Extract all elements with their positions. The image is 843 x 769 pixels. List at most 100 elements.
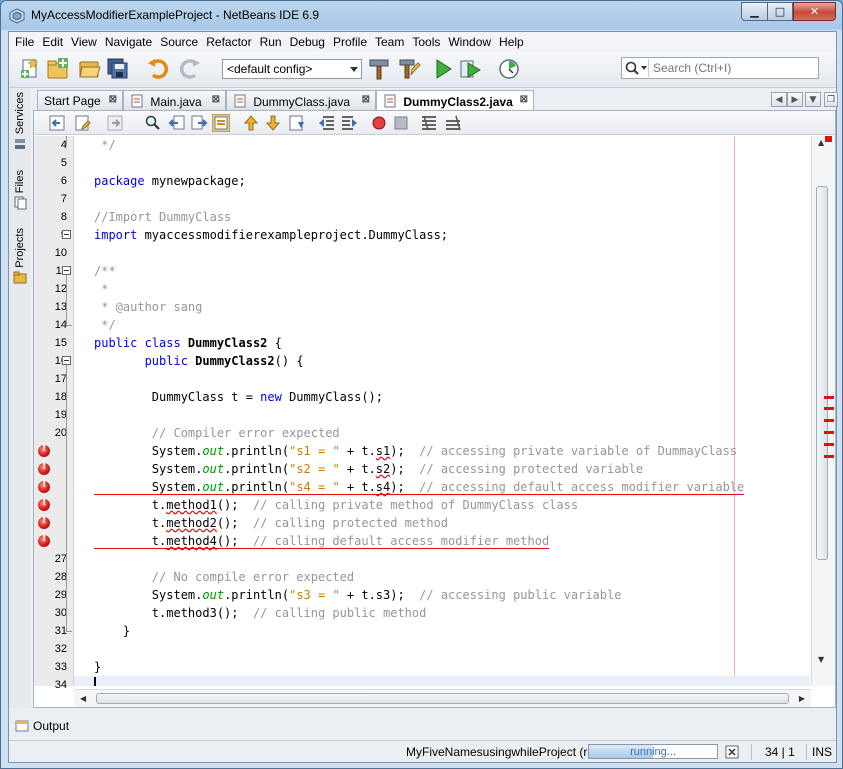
menu-profile[interactable]: Profile [329, 35, 371, 49]
debug-icon[interactable] [459, 57, 483, 81]
menu-debug[interactable]: Debug [286, 35, 329, 49]
build-icon[interactable] [367, 57, 391, 81]
code-line[interactable] [74, 640, 810, 658]
tab-main-java[interactable]: Main.java ⊠ [123, 90, 226, 110]
code-line[interactable]: System.out.println("s4 = " + t.s4); // a… [74, 478, 810, 496]
menu-run[interactable]: Run [256, 35, 286, 49]
code-text-area[interactable]: */ package mynewpackage; //Import DummyCla… [74, 136, 810, 686]
run-icon[interactable] [431, 57, 455, 81]
scroll-down-icon[interactable]: ▼ [818, 655, 824, 664]
find-previous-icon[interactable] [168, 114, 186, 132]
sidebar-tab-services[interactable]: Services [10, 92, 30, 151]
code-line[interactable]: System.out.println("s2 = " + t.s2); // a… [74, 460, 810, 478]
code-line[interactable]: public class DummyClass2 { [74, 334, 810, 352]
start-macro-recording-icon[interactable] [370, 114, 388, 132]
code-line[interactable]: t.method3(); // calling public method [74, 604, 810, 622]
search-box[interactable] [621, 57, 819, 79]
output-window-tab[interactable]: Output [9, 716, 836, 736]
new-file-icon[interactable] [18, 57, 42, 81]
menu-navigate[interactable]: Navigate [101, 35, 156, 49]
code-line[interactable] [74, 244, 810, 262]
save-all-icon[interactable] [106, 57, 130, 81]
find-icon[interactable] [144, 114, 162, 132]
code-line[interactable]: */ [74, 316, 810, 334]
cancel-task-icon[interactable] [725, 745, 739, 759]
code-line[interactable]: // Compiler error expected [74, 424, 810, 442]
code-line[interactable] [74, 370, 810, 388]
horizontal-scrollbar[interactable]: ◀ ▶ [74, 689, 811, 707]
code-line[interactable]: t.method2(); // calling protected method [74, 514, 810, 532]
running-task-label[interactable]: MyFiveNamesusingwhileProject (run) [406, 745, 605, 759]
tab-close-icon[interactable]: ⊠ [212, 94, 220, 105]
code-line[interactable]: */ [74, 136, 810, 154]
close-button[interactable]: ✕ [793, 2, 836, 21]
tab-dummyclass2-java[interactable]: DummyClass2.java ⊠ [376, 90, 534, 111]
new-project-icon[interactable] [46, 57, 70, 81]
profile-icon[interactable] [497, 57, 521, 81]
error-stripe-mark[interactable] [824, 443, 834, 446]
tab-close-icon[interactable]: ⊠ [362, 94, 370, 105]
show-opened-documents-button[interactable]: ▼ [805, 92, 821, 107]
vertical-scroll-thumb[interactable] [816, 186, 828, 560]
menu-view[interactable]: View [67, 35, 101, 49]
menu-refactor[interactable]: Refactor [202, 35, 255, 49]
sidebar-tab-files[interactable]: Files [10, 170, 30, 210]
stop-macro-recording-icon[interactable] [392, 114, 410, 132]
scroll-tabs-right-button[interactable]: ▶ [787, 92, 803, 107]
redo-icon[interactable] [177, 57, 201, 81]
forward-icon[interactable] [106, 114, 124, 132]
menu-source[interactable]: Source [156, 35, 202, 49]
menu-help[interactable]: Help [495, 35, 528, 49]
tab-close-icon[interactable]: ⊠ [520, 94, 528, 105]
previous-bookmark-icon[interactable] [242, 114, 260, 132]
menu-team[interactable]: Team [371, 35, 408, 49]
error-stripe-mark[interactable] [824, 419, 834, 422]
menu-window[interactable]: Window [444, 35, 495, 49]
fold-toggle-icon[interactable] [62, 356, 71, 365]
code-line[interactable] [74, 190, 810, 208]
code-line[interactable]: * [74, 280, 810, 298]
code-line[interactable]: DummyClass t = new DummyClass(); [74, 388, 810, 406]
open-project-icon[interactable] [78, 57, 102, 81]
scroll-right-icon[interactable]: ▶ [799, 694, 805, 703]
minimize-button[interactable]: ▁ [741, 2, 767, 21]
next-bookmark-icon[interactable] [264, 114, 282, 132]
menu-edit[interactable]: Edit [38, 35, 67, 49]
toggle-highlight-search-icon[interactable] [212, 114, 230, 132]
tab-dummyclass-java[interactable]: DummyClass.java ⊠ [226, 90, 376, 110]
scroll-left-icon[interactable]: ◀ [80, 694, 86, 703]
code-line[interactable]: } [74, 658, 810, 676]
search-input[interactable] [648, 59, 816, 77]
menu-file[interactable]: File [11, 35, 38, 49]
find-next-icon[interactable] [190, 114, 208, 132]
undo-icon[interactable] [147, 57, 171, 81]
tab-start-page[interactable]: Start Page ⊠ [37, 90, 123, 110]
shift-right-icon[interactable] [340, 114, 358, 132]
config-select[interactable]: <default config> [222, 59, 362, 79]
code-line[interactable]: // No compile error expected [74, 568, 810, 586]
code-line[interactable]: import myaccessmodifierexampleproject.Du… [74, 226, 810, 244]
error-icon[interactable] [38, 497, 50, 511]
uncomment-icon[interactable] [444, 114, 462, 132]
code-line[interactable] [74, 550, 810, 568]
error-status-indicator[interactable] [825, 136, 832, 142]
maximize-button[interactable]: □ [767, 2, 793, 21]
tab-close-icon[interactable]: ⊠ [109, 94, 117, 105]
code-line[interactable]: public DummyClass2() { [74, 352, 810, 370]
toggle-bookmark-icon[interactable] [288, 114, 306, 132]
code-line[interactable]: /** [74, 262, 810, 280]
error-icon[interactable] [38, 443, 50, 457]
code-line[interactable]: //Import DummyClass [74, 208, 810, 226]
error-stripe-mark[interactable] [824, 407, 834, 410]
error-icon[interactable] [38, 533, 50, 547]
scroll-up-icon[interactable]: ▲ [818, 138, 824, 147]
error-stripe-mark[interactable] [824, 396, 834, 399]
error-icon[interactable] [38, 461, 50, 475]
progress-bar[interactable]: running... [588, 744, 718, 759]
code-line[interactable]: package mynewpackage; [74, 172, 810, 190]
vertical-scrollbar[interactable]: ▲ ▼ [811, 136, 835, 686]
code-line[interactable]: System.out.println("s1 = " + t.s1); // a… [74, 442, 810, 460]
maximize-editor-button[interactable]: ❐ [824, 92, 838, 107]
scroll-tabs-left-button[interactable]: ◀ [771, 92, 787, 107]
code-line[interactable] [74, 154, 810, 172]
